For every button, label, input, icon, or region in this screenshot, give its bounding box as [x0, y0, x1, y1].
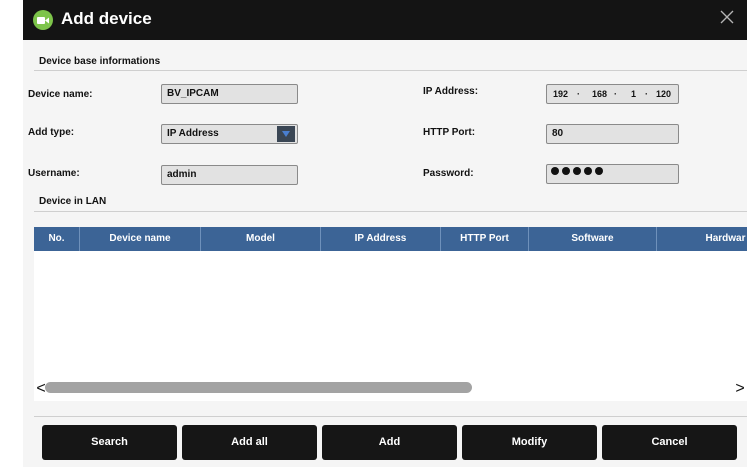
password-mask [551, 167, 603, 175]
http-port-label: HTTP Port: [423, 127, 476, 138]
title-bar[interactable]: Add device [23, 0, 747, 40]
column-header-software[interactable]: Software [529, 227, 657, 251]
ip-address-field[interactable]: 192 · 168 · 1 · 120 [546, 84, 679, 104]
add-type-label: Add type: [28, 127, 75, 138]
table-header: No. Device name Model IP Address HTTP Po… [34, 227, 747, 251]
ip-octet-4: 120 [656, 89, 672, 99]
column-header-hardware[interactable]: Hardwar [657, 227, 747, 251]
scrollbar-thumb[interactable] [45, 382, 472, 393]
dropdown-arrow-icon[interactable] [277, 126, 295, 142]
dialog-title: Add device [61, 9, 152, 28]
column-header-device-name[interactable]: Device name [80, 227, 201, 251]
column-header-ip-address[interactable]: IP Address [321, 227, 441, 251]
lan-section-title: Device in LAN [39, 196, 107, 207]
ip-separator: · [645, 89, 648, 99]
device-table[interactable]: No. Device name Model IP Address HTTP Po… [34, 227, 747, 401]
device-name-field[interactable]: BV_IPCAM [161, 84, 298, 104]
search-button[interactable]: Search [42, 425, 177, 460]
ip-octet-2: 168 [592, 89, 608, 99]
ip-separator: · [577, 89, 580, 99]
horizontal-scrollbar[interactable]: < > [34, 380, 747, 397]
add-type-select[interactable]: IP Address [161, 124, 298, 144]
close-icon[interactable] [717, 7, 737, 27]
divider [34, 70, 747, 71]
username-field[interactable]: admin [161, 165, 298, 185]
password-label: Password: [423, 168, 474, 179]
divider [34, 211, 747, 212]
http-port-field[interactable]: 80 [546, 124, 679, 144]
column-header-http-port[interactable]: HTTP Port [441, 227, 529, 251]
ip-address-label: IP Address: [423, 86, 479, 97]
add-all-button[interactable]: Add all [182, 425, 317, 460]
cancel-button[interactable]: Cancel [602, 425, 737, 460]
camera-icon [33, 10, 53, 30]
ip-separator: · [614, 89, 617, 99]
password-field[interactable] [546, 164, 679, 184]
column-header-no[interactable]: No. [34, 227, 80, 251]
ip-octet-1: 192 [553, 89, 569, 99]
add-button[interactable]: Add [322, 425, 457, 460]
username-label: Username: [28, 168, 80, 179]
device-name-label: Device name: [28, 89, 93, 100]
modify-button[interactable]: Modify [462, 425, 597, 460]
add-type-value: IP Address [167, 128, 219, 139]
column-header-model[interactable]: Model [201, 227, 321, 251]
add-device-dialog: Add device Device base informations Devi… [23, 0, 747, 467]
base-info-section-title: Device base informations [39, 56, 161, 67]
ip-octet-3: 1 [631, 89, 637, 99]
scroll-right-arrow[interactable]: > [733, 380, 747, 397]
divider [34, 416, 747, 417]
